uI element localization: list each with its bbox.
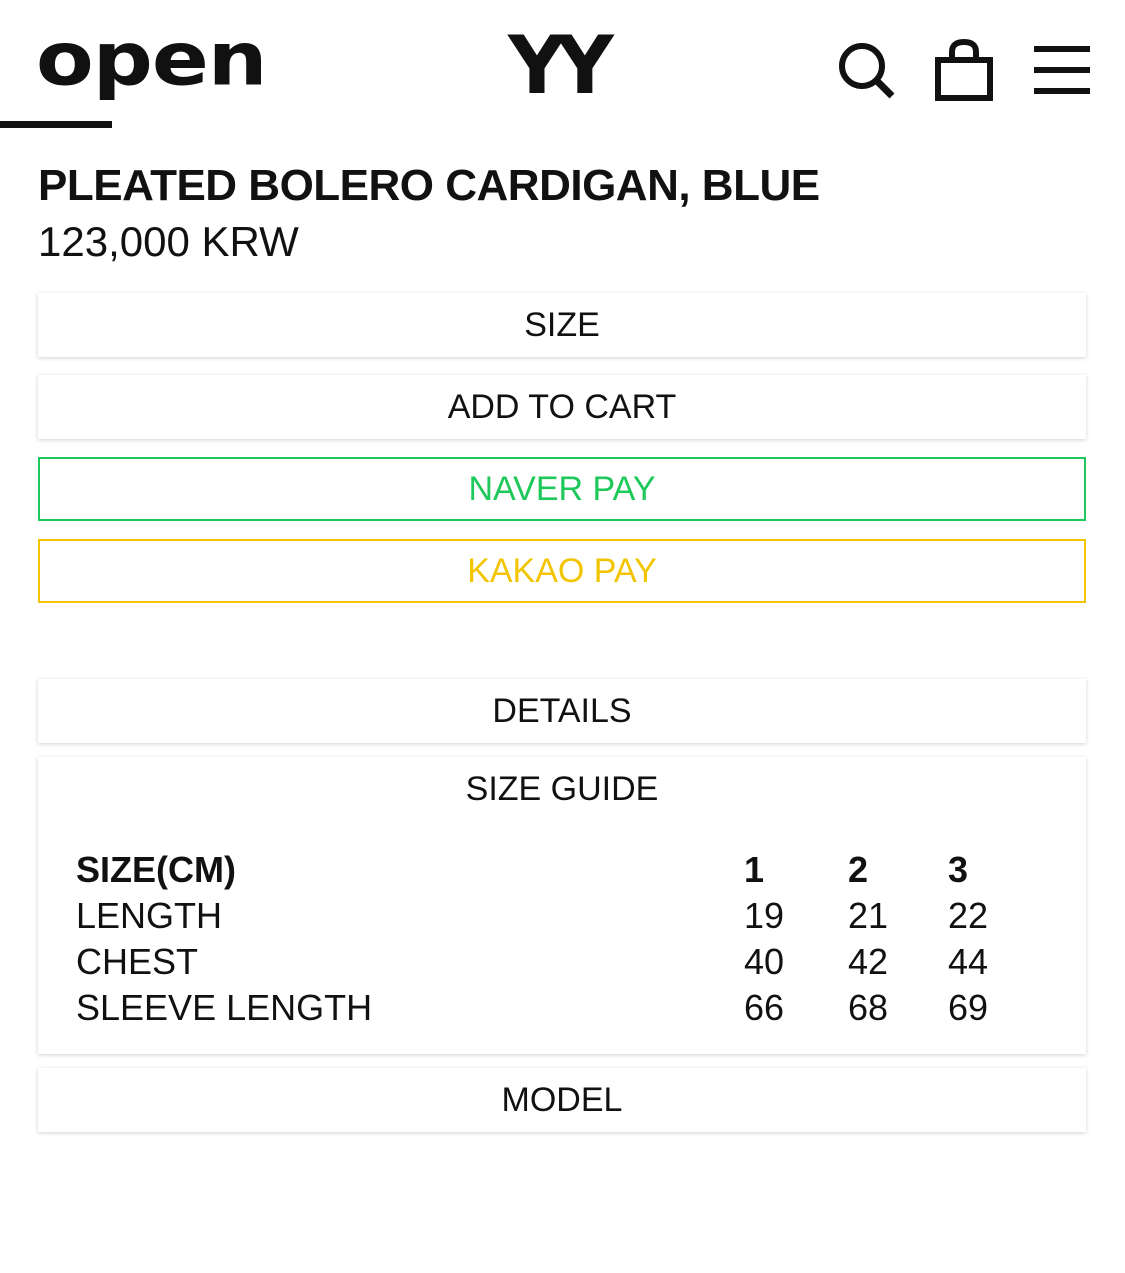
size-select-button[interactable]: SIZE [38, 293, 1086, 357]
yy-logo[interactable]: YY [508, 24, 614, 108]
product-price: 123,000 KRW [38, 218, 299, 265]
add-to-cart-button[interactable]: ADD TO CART [38, 375, 1086, 439]
table-cell: 22 [948, 895, 989, 936]
table-header-cell: SIZE(CM) [76, 849, 236, 890]
table-cell: 19 [744, 895, 785, 936]
table-header-row: SIZE(CM) 1 2 3 [76, 847, 1048, 893]
open-logo[interactable]: open [36, 22, 268, 96]
table-cell: 69 [948, 987, 989, 1028]
table-cell: 68 [848, 987, 889, 1028]
table-cell: 66 [744, 987, 785, 1028]
table-header-cell: 1 [744, 849, 765, 890]
table-cell: 40 [744, 941, 785, 982]
table-row: LENGTH 19 21 22 [76, 893, 1048, 939]
table-row: SLEEVE LENGTH 66 68 69 [76, 985, 1048, 1031]
logo-underline [0, 121, 112, 128]
table-row: CHEST 40 42 44 [76, 939, 1048, 985]
menu-icon[interactable] [1030, 38, 1094, 102]
size-guide-table: SIZE(CM) 1 2 3 LENGTH 19 21 22 CHEST 40 … [76, 847, 1048, 1031]
table-cell: 21 [848, 895, 889, 936]
table-header-cell: 2 [848, 849, 869, 890]
table-cell: SLEEVE LENGTH [76, 987, 373, 1028]
table-cell: CHEST [76, 941, 199, 982]
size-guide-panel: SIZE GUIDE SIZE(CM) 1 2 3 LENGTH 19 21 2… [38, 757, 1086, 1054]
size-guide-toggle[interactable]: SIZE GUIDE [38, 757, 1086, 821]
search-icon[interactable] [834, 38, 898, 102]
site-header: open YY [0, 0, 1125, 140]
table-header-cell: 3 [948, 849, 969, 890]
product-title: PLEATED BOLERO CARDIGAN, BLUE [38, 161, 820, 210]
table-cell: 44 [948, 941, 989, 982]
details-toggle[interactable]: DETAILS [38, 679, 1086, 743]
shopping-bag-icon[interactable] [932, 38, 996, 102]
table-cell: LENGTH [76, 895, 223, 936]
table-cell: 42 [848, 941, 889, 982]
model-toggle[interactable]: MODEL [38, 1068, 1086, 1132]
kakao-pay-button[interactable]: KAKAO PAY [38, 539, 1086, 603]
naver-pay-button[interactable]: NAVER PAY [38, 457, 1086, 521]
